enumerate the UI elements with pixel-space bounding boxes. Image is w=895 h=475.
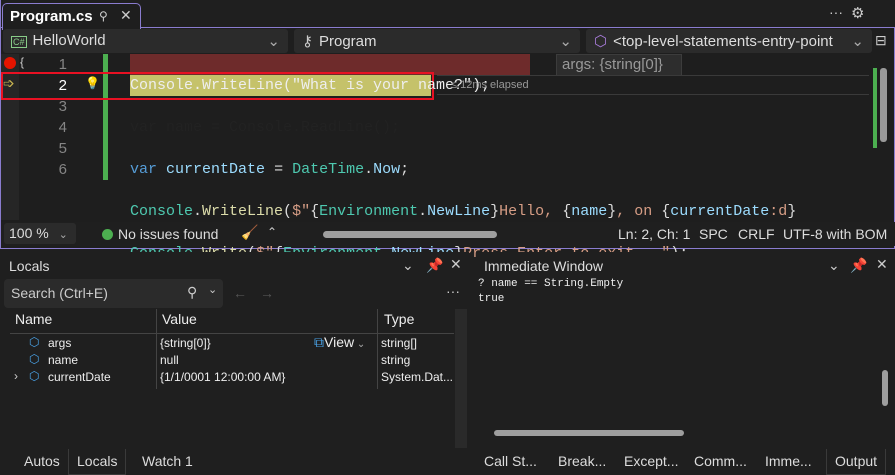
- tab-locals[interactable]: Locals: [68, 449, 127, 475]
- row-name[interactable]: name: [48, 353, 78, 367]
- row-value[interactable]: {1/1/0001 12:00:00 AM}: [160, 370, 285, 384]
- chevron-down-icon[interactable]: ⌄: [828, 257, 840, 274]
- back-arrow-icon[interactable]: ←: [233, 285, 247, 301]
- scrollbar-change-marker: [873, 68, 877, 148]
- current-line-frame: [437, 75, 869, 95]
- pin-icon[interactable]: ⚲: [99, 9, 108, 23]
- expand-chevron-icon[interactable]: ›: [14, 369, 18, 383]
- immediate-line: ? name == String.Empty: [478, 278, 624, 290]
- search-placeholder: Search (Ctrl+E): [11, 285, 108, 301]
- zoom-level: 100 %: [9, 225, 49, 241]
- variable-icon: ⬡: [29, 335, 40, 349]
- tab-immediate[interactable]: Imme...: [757, 449, 820, 475]
- tab-command[interactable]: Comm...: [686, 449, 755, 475]
- class-dropdown[interactable]: ⚷ Program ⌄: [294, 29, 580, 53]
- class-name: Program: [319, 33, 377, 50]
- more-options-icon[interactable]: ···: [829, 4, 843, 20]
- close-icon[interactable]: ✕: [876, 256, 888, 273]
- view-label: View: [324, 334, 355, 350]
- tab-breakpoints[interactable]: Break...: [550, 449, 614, 475]
- spacing[interactable]: SPC: [699, 226, 728, 242]
- class-icon: ⚷: [302, 33, 313, 50]
- chevron-down-icon[interactable]: ⌄: [402, 257, 414, 274]
- tab-exceptions[interactable]: Except...: [616, 449, 686, 475]
- csharp-icon: C#: [11, 36, 27, 48]
- more-options-icon[interactable]: ···: [446, 283, 460, 299]
- line-number: 6: [58, 161, 67, 178]
- issues-status[interactable]: No issues found: [118, 226, 218, 242]
- check-icon: [102, 229, 113, 240]
- close-icon[interactable]: ✕: [120, 7, 132, 24]
- tab-call-stack[interactable]: Call St...: [476, 449, 545, 475]
- column-header-type[interactable]: Type: [384, 311, 414, 327]
- vertical-scrollbar[interactable]: [880, 68, 887, 142]
- tab-program-cs[interactable]: Program.cs ⚲ ✕: [2, 3, 141, 30]
- datatip[interactable]: args: {string[0]}: [556, 54, 682, 76]
- cursor-position[interactable]: Ln: 2, Ch: 1: [618, 226, 690, 242]
- tab-title: Program.cs: [10, 8, 93, 25]
- member-name: <top-level-statements-entry-point: [613, 33, 833, 50]
- locals-panel: Locals ⌄ 📌 ✕ Search (Ctrl+E) ⚲ ⌄ ← → ··· …: [0, 252, 469, 448]
- search-input[interactable]: Search (Ctrl+E) ⚲ ⌄: [4, 279, 223, 308]
- pin-icon[interactable]: 📌: [850, 257, 867, 274]
- pin-icon[interactable]: 📌: [426, 257, 443, 274]
- member-dropdown[interactable]: ⬡ <top-level-statements-entry-point ⌄: [586, 29, 872, 53]
- chevron-up-icon[interactable]: ⌃: [267, 225, 277, 239]
- project-name: HelloWorld: [32, 32, 106, 49]
- immediate-window: Immediate Window ⌄ 📌 ✕ ? name == String.…: [476, 252, 895, 448]
- panel-title: Immediate Window: [484, 258, 604, 274]
- row-name[interactable]: currentDate: [48, 370, 111, 384]
- line-number: 4: [58, 119, 67, 136]
- tab-watch-1[interactable]: Watch 1: [134, 449, 201, 475]
- horizontal-scrollbar[interactable]: [323, 231, 497, 238]
- column-header-name[interactable]: Name: [15, 311, 52, 327]
- close-icon[interactable]: ✕: [450, 256, 462, 273]
- project-dropdown[interactable]: C# HelloWorld ⌄: [3, 29, 288, 53]
- tab-bar: Program.cs ⚲ ✕ ··· ⚙: [1, 0, 895, 30]
- immediate-output[interactable]: ? name == String.Empty true: [478, 277, 623, 307]
- line-number: 5: [58, 140, 67, 157]
- search-icon[interactable]: ⚲: [187, 284, 197, 301]
- code-editor: Program.cs ⚲ ✕ ··· ⚙ C# HelloWorld ⌄ ⚷ Pro…: [0, 0, 895, 304]
- tab-output[interactable]: Output: [826, 449, 887, 475]
- row-type: string: [381, 353, 411, 367]
- method-icon: ⬡: [594, 33, 608, 50]
- row-type: string[]: [381, 336, 418, 350]
- forward-arrow-icon[interactable]: →: [260, 285, 274, 301]
- chevron-down-icon[interactable]: ⌄: [208, 283, 217, 296]
- magnifier-icon: ⧉: [314, 334, 324, 350]
- vertical-scrollbar[interactable]: [455, 309, 467, 448]
- tab-autos[interactable]: Autos: [16, 449, 68, 475]
- variable-icon: ⬡: [29, 369, 40, 383]
- visualizer-button[interactable]: ⧉View ⌄: [314, 334, 365, 351]
- vertical-scrollbar[interactable]: [882, 370, 888, 406]
- chevron-down-icon: ⌄: [559, 33, 572, 50]
- code-cleanup-icon[interactable]: 🧹: [241, 224, 258, 241]
- column-header-value[interactable]: Value: [162, 311, 197, 327]
- row-name[interactable]: args: [48, 336, 71, 350]
- split-editor-icon[interactable]: ⊟: [875, 32, 887, 49]
- row-value[interactable]: {string[0]}: [160, 336, 211, 350]
- line-ending[interactable]: CRLF: [738, 226, 775, 242]
- variable-icon: ⬡: [29, 352, 40, 366]
- encoding[interactable]: UTF-8 with BOM: [783, 226, 887, 242]
- row-value[interactable]: null: [160, 353, 179, 367]
- immediate-line: true: [478, 293, 505, 305]
- locals-grid: Name Value Type ⬡ args {string[0]} ⧉View…: [0, 309, 455, 389]
- row-type: System.Dat...: [381, 370, 454, 384]
- editor-status-bar: 100 % ⌄ No issues found 🧹 ⌃ Ln: 2, Ch: 1…: [1, 222, 895, 246]
- panel-title: Locals: [9, 258, 50, 274]
- chevron-down-icon: ⌄: [851, 33, 864, 50]
- chevron-down-icon: ⌄: [267, 33, 280, 50]
- zoom-dropdown[interactable]: 100 % ⌄: [4, 223, 76, 244]
- gear-icon[interactable]: ⚙: [851, 4, 864, 22]
- horizontal-scrollbar[interactable]: [494, 430, 684, 436]
